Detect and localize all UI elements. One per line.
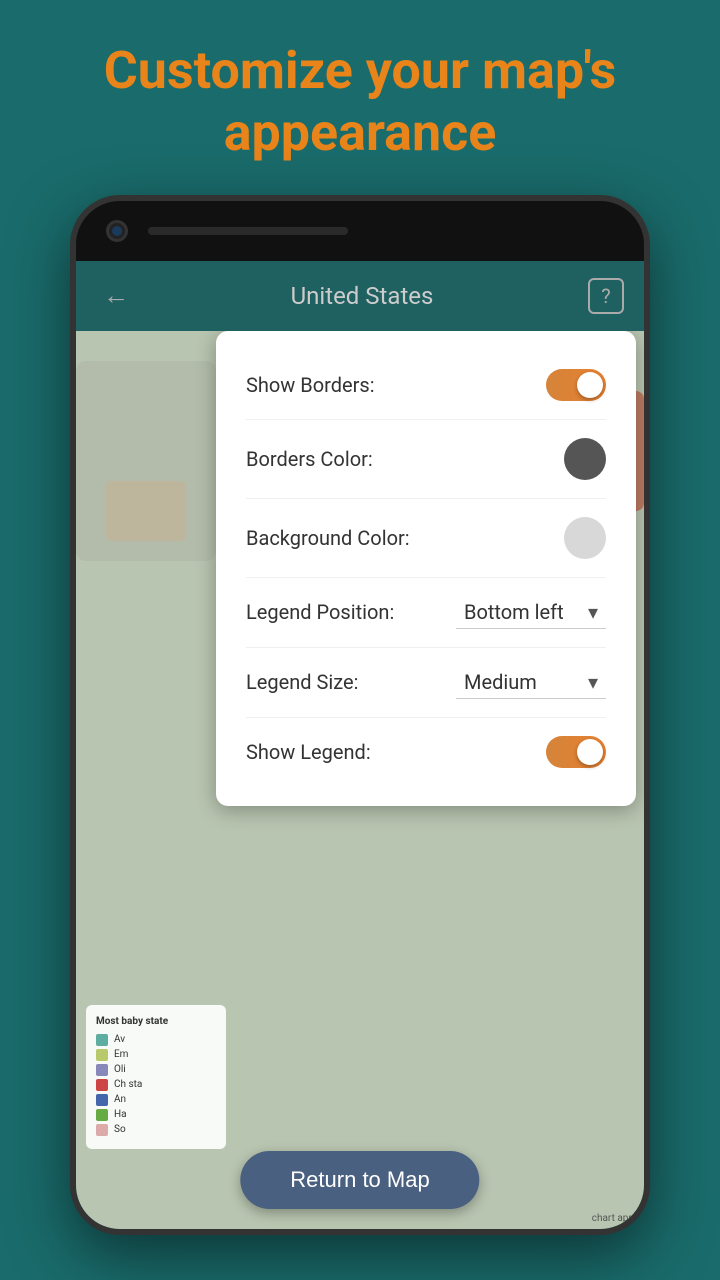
map-area: Most baby state Av Em Oli Ch sta bbox=[76, 331, 644, 1229]
background-color-label: Background Color: bbox=[246, 526, 410, 550]
footer-label: chart app bbox=[592, 1213, 634, 1224]
map-legend: Most baby state Av Em Oli Ch sta bbox=[86, 1005, 226, 1149]
show-legend-toggle[interactable] bbox=[546, 736, 606, 768]
legend-item-1: Em bbox=[96, 1049, 216, 1061]
phone-frame: ← United States ? Most baby state Av bbox=[70, 195, 650, 1235]
legend-size-row: Legend Size: Medium ▾ bbox=[246, 648, 606, 718]
borders-color-label: Borders Color: bbox=[246, 447, 373, 471]
legend-color-5 bbox=[96, 1109, 108, 1121]
legend-label-0: Av bbox=[114, 1034, 125, 1045]
legend-color-0 bbox=[96, 1034, 108, 1046]
legend-item-6: So bbox=[96, 1124, 216, 1136]
legend-color-1 bbox=[96, 1049, 108, 1061]
speaker-bar bbox=[148, 227, 348, 235]
phone-screen: ← United States ? Most baby state Av bbox=[76, 261, 644, 1229]
legend-item-4: An bbox=[96, 1094, 216, 1106]
app-title: United States bbox=[291, 282, 434, 310]
dropdown-arrow-legend-size: ▾ bbox=[588, 670, 598, 694]
legend-item-2: Oli bbox=[96, 1064, 216, 1076]
legend-label-3: Ch sta bbox=[114, 1079, 142, 1090]
legend-size-label: Legend Size: bbox=[246, 670, 358, 694]
page-header: Customize your map's appearance bbox=[0, 0, 720, 195]
legend-color-6 bbox=[96, 1124, 108, 1136]
legend-color-4 bbox=[96, 1094, 108, 1106]
legend-item-0: Av bbox=[96, 1034, 216, 1046]
legend-color-3 bbox=[96, 1079, 108, 1091]
map-decoration-2 bbox=[106, 481, 186, 541]
borders-color-picker[interactable] bbox=[564, 438, 606, 480]
return-button-container: Return to Map bbox=[240, 1151, 479, 1209]
legend-position-value: Bottom left bbox=[464, 600, 564, 624]
legend-position-dropdown[interactable]: Bottom left ▾ bbox=[456, 596, 606, 629]
return-to-map-button[interactable]: Return to Map bbox=[240, 1151, 479, 1209]
legend-item-3: Ch sta bbox=[96, 1079, 216, 1091]
legend-label-1: Em bbox=[114, 1049, 128, 1060]
toggle-knob-show-borders bbox=[577, 372, 603, 398]
legend-item-5: Ha bbox=[96, 1109, 216, 1121]
legend-label-4: An bbox=[114, 1094, 126, 1105]
dropdown-arrow-legend-position: ▾ bbox=[588, 600, 598, 624]
show-borders-row: Show Borders: bbox=[246, 351, 606, 420]
show-borders-toggle[interactable] bbox=[546, 369, 606, 401]
legend-size-value: Medium bbox=[464, 670, 537, 694]
legend-position-row: Legend Position: Bottom left ▾ bbox=[246, 578, 606, 648]
back-arrow-icon: ← bbox=[103, 280, 129, 311]
camera-icon bbox=[106, 220, 128, 242]
app-header: ← United States ? bbox=[76, 261, 644, 331]
help-button[interactable]: ? bbox=[588, 278, 624, 314]
background-color-picker[interactable] bbox=[564, 517, 606, 559]
page-title: Customize your map's appearance bbox=[30, 40, 690, 165]
legend-color-2 bbox=[96, 1064, 108, 1076]
help-icon: ? bbox=[601, 284, 610, 308]
customize-modal: Show Borders: Borders Color: Background … bbox=[216, 331, 636, 806]
background-color-row: Background Color: bbox=[246, 499, 606, 578]
legend-label-5: Ha bbox=[114, 1109, 127, 1120]
back-button[interactable]: ← bbox=[96, 276, 136, 316]
show-legend-label: Show Legend: bbox=[246, 740, 371, 764]
legend-label-2: Oli bbox=[114, 1064, 126, 1075]
legend-label-6: So bbox=[114, 1124, 126, 1135]
legend-title: Most baby state bbox=[96, 1015, 216, 1028]
show-borders-label: Show Borders: bbox=[246, 373, 375, 397]
legend-position-label: Legend Position: bbox=[246, 600, 394, 624]
phone-top-bar bbox=[76, 201, 644, 261]
legend-size-dropdown[interactable]: Medium ▾ bbox=[456, 666, 606, 699]
toggle-knob-show-legend bbox=[577, 739, 603, 765]
borders-color-row: Borders Color: bbox=[246, 420, 606, 499]
show-legend-row: Show Legend: bbox=[246, 718, 606, 786]
